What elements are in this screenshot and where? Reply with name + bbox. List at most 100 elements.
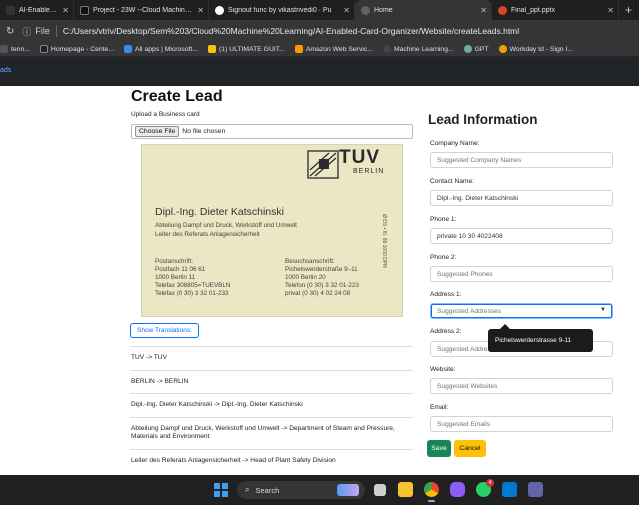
aws-icon: [294, 45, 303, 53]
bookmark-item[interactable]: tenn...: [0, 45, 30, 53]
bookmark-item[interactable]: Workday td - Sign I...: [498, 45, 573, 53]
address-url[interactable]: C:/Users/vtriv/Desktop/Sem%203/Cloud%20M…: [63, 26, 519, 36]
bookmark-item[interactable]: Amazon Web Servic...: [294, 45, 373, 53]
website-label: Website:: [430, 366, 456, 373]
card-visit-line: 1000 Berlin 20: [285, 274, 326, 281]
address1-select[interactable]: Suggested Addresses ▼: [430, 303, 613, 319]
bookmark-label: All apps | Microsoft...: [135, 45, 198, 53]
bookmark-item[interactable]: Machine Learning...: [382, 45, 454, 53]
card-dept-line: Leiter des Referats Anlagensicherheit: [155, 231, 260, 238]
translations-list: TUV -> TUV BERLIN -> BERLIN Dipl.-Ing. D…: [130, 346, 413, 472]
bookmark-item[interactable]: GPT: [463, 45, 489, 53]
choose-file-button[interactable]: Choose File: [135, 126, 180, 137]
close-icon[interactable]: ✕: [62, 6, 69, 15]
card-visit-line: privat (0 30) 4 02 24 08: [285, 290, 351, 297]
task-view-icon[interactable]: [374, 484, 386, 496]
search-icon: ⌕: [245, 485, 250, 494]
card-visit-line: Pichelswerderstraße 9–11: [285, 266, 358, 273]
translation-item: Leiter des Referats Anlagensicherheit ->…: [130, 448, 413, 473]
chrome-icon[interactable]: [424, 482, 439, 502]
close-icon[interactable]: ✕: [480, 6, 487, 15]
show-translations-button[interactable]: Show Translations:: [130, 323, 199, 338]
email-label: Email:: [430, 404, 449, 411]
ml-icon: [382, 45, 391, 53]
card-postal-line: Telefax 308805=TUEVBLN: [155, 282, 231, 289]
translation-item: Abteilung Dampf und Druck, Werkstoff und…: [130, 416, 413, 449]
card-visit-line: Telefon (0 30) 3 32 01-223: [285, 282, 359, 289]
guitar-site-icon: [207, 45, 216, 53]
card-dept-line: Abteilung Dampf und Druck, Werkstoff und…: [155, 222, 297, 229]
logo-subtext: BERLIN: [353, 168, 385, 175]
company-name-input[interactable]: Suggested Company Names: [430, 152, 613, 168]
windows-start-icon[interactable]: [214, 483, 228, 497]
powerpoint-icon: [498, 5, 507, 15]
translation-item: Dipl.-Ing. Dieter Katschinski -> Dipl.-I…: [130, 393, 413, 417]
address-bar-row: ↻ ⓘ File C:/Users/vtriv/Desktop/Sem%203/…: [0, 20, 639, 42]
close-icon[interactable]: ✕: [197, 6, 204, 15]
form-title: Lead Information: [428, 112, 538, 127]
upload-label: Upload a Business card: [131, 111, 200, 118]
github-icon: [215, 5, 224, 15]
phone2-label: Phone 2:: [430, 254, 457, 261]
address1-select-value: Suggested Addresses: [437, 307, 502, 315]
browser-tab-active[interactable]: Home ✕: [355, 0, 492, 20]
file-status-text: No file chosen: [182, 128, 226, 135]
browser-tab-strip: AI-Enabled-Card-Or ✕ Project - 23W --Clo…: [0, 0, 639, 20]
proton-icon[interactable]: [450, 482, 465, 497]
site-navbar: ads: [0, 57, 639, 86]
bookmarks-bar: tenn... Homepage - Cente... All apps | M…: [0, 42, 639, 57]
tab-title: AI-Enabled-Card-Or: [19, 6, 58, 14]
close-icon[interactable]: ✕: [343, 6, 350, 15]
info-icon[interactable]: ⓘ: [22, 25, 31, 38]
bookmark-label: Workday td - Sign I...: [509, 45, 573, 53]
browser-tab[interactable]: Signout func by vikastrivedi0 · Pu ✕: [209, 0, 355, 20]
bookmark-item[interactable]: (1) ULTIMATE GUIT...: [207, 45, 285, 53]
navbar-brand-link[interactable]: ads: [0, 67, 11, 74]
divider: [55, 25, 57, 37]
phone1-input[interactable]: private 10 30 4022408: [430, 228, 613, 244]
bookmark-label: tenn...: [11, 45, 30, 53]
taskbar: ⌕ Search 4: [0, 475, 639, 505]
vscode-icon[interactable]: [502, 482, 517, 497]
card-visit-head: Besuchsanschrift:: [285, 258, 335, 265]
browser-tab[interactable]: AI-Enabled-Card-Or ✕: [0, 0, 74, 20]
bookmark-item[interactable]: All apps | Microsoft...: [124, 45, 198, 53]
browser-tab[interactable]: Final_ppt.pptx ✕: [492, 0, 619, 20]
contact-name-input[interactable]: Dipl.-Ing. Dieter Katschinski: [430, 190, 613, 206]
bookmark-icon: [39, 45, 48, 53]
taskbar-search-label: Search: [255, 485, 280, 495]
phone1-label: Phone 1:: [430, 216, 457, 223]
new-tab-button[interactable]: +: [619, 0, 638, 20]
phone2-input[interactable]: Suggested Phones: [430, 266, 613, 282]
microsoft-icon: [124, 45, 132, 53]
website-input[interactable]: Suggested Websites: [430, 378, 613, 394]
save-button[interactable]: Save: [427, 440, 451, 457]
email-input[interactable]: Suggested Emails: [430, 416, 613, 432]
page-title: Create Lead: [131, 88, 223, 105]
company-name-label: Company Name:: [430, 140, 480, 147]
bookmark-item[interactable]: Homepage - Cente...: [39, 45, 114, 53]
tab-title: Home: [374, 6, 393, 14]
card-postal-line: Telefax (0 30) 3 32 01-233: [155, 290, 229, 297]
chevron-down-icon[interactable]: ▼: [600, 307, 606, 313]
cancel-button[interactable]: Cancel: [454, 440, 486, 457]
notification-badge: 4: [486, 479, 494, 487]
file-explorer-icon[interactable]: [398, 482, 413, 497]
close-icon[interactable]: ✕: [607, 6, 614, 15]
reload-icon[interactable]: ↻: [6, 26, 14, 37]
bookmark-label: (1) ULTIMATE GUIT...: [218, 45, 285, 53]
logo-text: TUV: [339, 147, 380, 168]
business-card-image: TUV BERLIN Dipl.-Ing. Dieter Katschinski…: [141, 144, 403, 317]
tab-favicon: [80, 5, 89, 15]
whatsapp-icon[interactable]: 4: [476, 479, 494, 497]
translation-item: TUV -> TUV: [130, 346, 413, 370]
browser-tab[interactable]: Project - 23W --Cloud Machine L ✕: [74, 0, 209, 20]
address-suggestion-tooltip: Pichelswerderstrasse 9-11: [488, 324, 593, 352]
address1-label: Address 1:: [430, 291, 462, 298]
taskbar-search[interactable]: ⌕ Search: [237, 481, 365, 499]
bookmark-label: Amazon Web Servic...: [305, 45, 373, 53]
tab-favicon: [6, 5, 15, 15]
teams-icon[interactable]: [528, 482, 543, 497]
file-input[interactable]: Choose File No file chosen: [131, 124, 413, 139]
tab-title: Project - 23W --Cloud Machine L: [93, 6, 194, 14]
